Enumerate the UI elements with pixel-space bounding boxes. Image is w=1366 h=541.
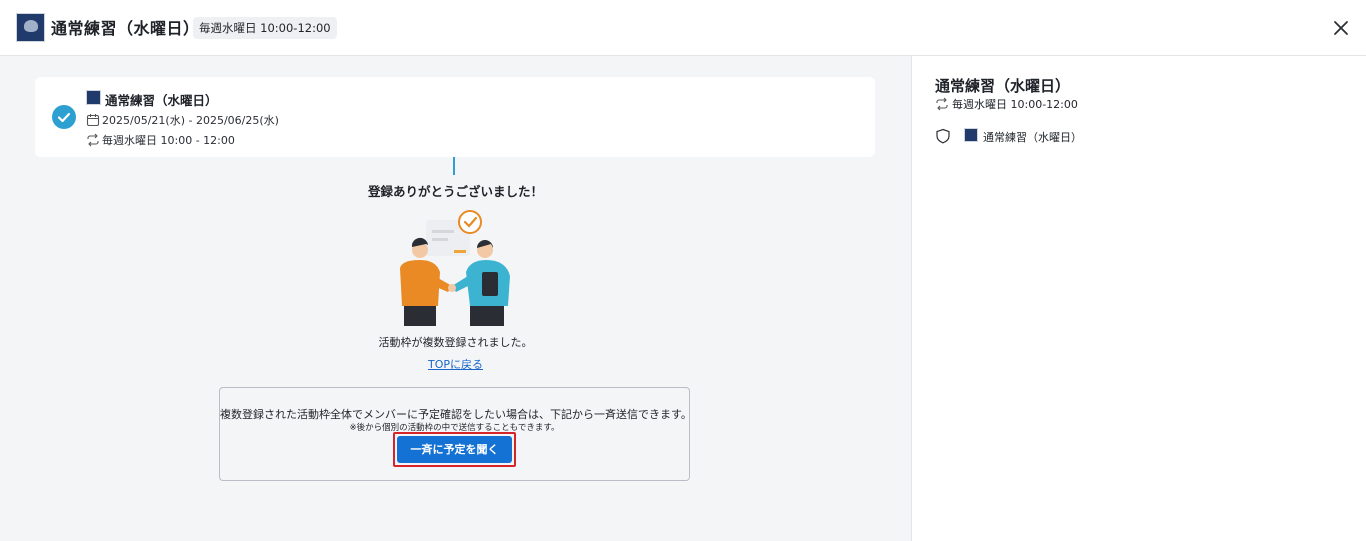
repeat-icon [86, 132, 100, 147]
bulk-send-notice: 複数登録された活動枠全体でメンバーに予定確認をしたい場合は、下記から一斉送信でき… [219, 387, 692, 481]
team-logo-icon [16, 13, 45, 42]
team-logo-icon [964, 128, 978, 142]
calendar-icon [86, 112, 100, 127]
sidebar-recurrence: 毎週水曜日 10:00-12:00 [952, 98, 1078, 111]
shield-icon [935, 128, 951, 144]
main-content: 通常練習（水曜日） 2025/05/21(水) - 2025/06/25(水) … [0, 56, 911, 541]
activity-card: 通常練習（水曜日） 2025/05/21(水) - 2025/06/25(水) … [35, 77, 875, 157]
registered-message: 活動枠が複数登録されました。 [378, 336, 533, 349]
bulk-ask-schedule-button[interactable]: 一斉に予定を聞く [397, 436, 512, 463]
top-link[interactable]: TOPに戻る [428, 358, 483, 371]
activity-recurrence: 毎週水曜日 10:00 - 12:00 [102, 134, 235, 147]
thanks-heading: 登録ありがとうございました！ [367, 184, 543, 199]
repeat-icon [935, 96, 949, 111]
team-logo-icon [86, 90, 101, 105]
activity-title: 通常練習（水曜日） [105, 93, 218, 108]
schedule-badge: 毎週水曜日 10:00-12:00 [193, 17, 337, 39]
check-circle-icon [52, 105, 76, 129]
sidebar-team-name: 通常練習（水曜日） [983, 131, 1082, 144]
activity-date-range: 2025/05/21(水) - 2025/06/25(水) [102, 114, 279, 127]
notice-message: 複数登録された活動枠全体でメンバーに予定確認をしたい場合は、下記から一斉送信でき… [220, 408, 692, 421]
header: 通常練習（水曜日） 毎週水曜日 10:00-12:00 [0, 0, 1366, 56]
page-title: 通常練習（水曜日） [51, 19, 200, 38]
handshake-illustration [390, 206, 520, 328]
highlight-frame: 一斉に予定を聞く [393, 432, 516, 467]
sidebar-title: 通常練習（水曜日） [935, 77, 1071, 95]
close-icon[interactable] [1330, 17, 1352, 39]
sidebar: 通常練習（水曜日） 毎週水曜日 10:00-12:00 通常練習（水曜日） [911, 56, 1366, 541]
timeline-connector [453, 157, 455, 175]
